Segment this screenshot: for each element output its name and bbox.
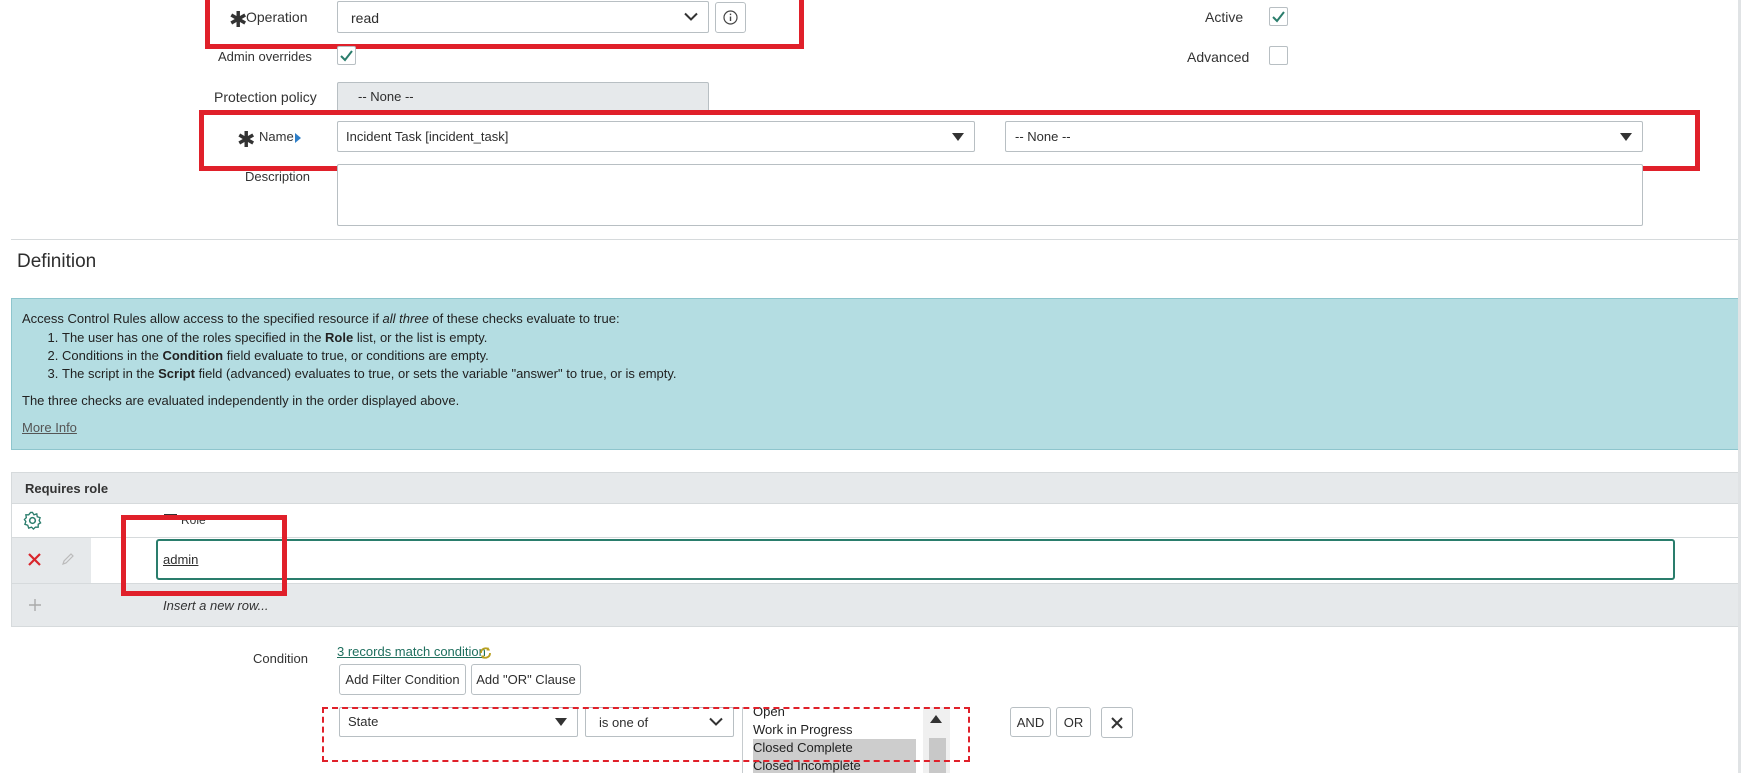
condition-field-select[interactable]: State	[339, 707, 578, 737]
records-match-link[interactable]: 3 records match condition	[337, 644, 486, 659]
admin-overrides-label: Admin overrides	[218, 49, 312, 64]
info-item: The user has one of the roles specified …	[62, 330, 1730, 345]
description-label: Description	[245, 169, 311, 184]
name-table-value: Incident Task [incident_task]	[346, 129, 509, 144]
operation-select[interactable]: read	[337, 1, 709, 33]
more-info-link[interactable]: More Info	[22, 420, 77, 435]
check-icon	[1272, 11, 1285, 23]
name-field-select[interactable]: -- None --	[1005, 121, 1643, 152]
condition-operator-value: is one of	[599, 715, 649, 730]
list-item[interactable]: Open	[753, 707, 916, 721]
listbox-scrollbar[interactable]	[923, 707, 950, 773]
caret-down-icon	[1620, 132, 1632, 141]
protection-policy-field: -- None --	[337, 82, 709, 112]
protection-policy-label: Protection policy	[214, 89, 317, 105]
insert-row: Insert a new row...	[11, 583, 1741, 627]
list-item[interactable]: Work in Progress	[753, 721, 916, 739]
admin-overrides-checkbox[interactable]	[337, 46, 356, 65]
role-column-header: Role	[11, 504, 1741, 537]
caret-down-icon	[555, 718, 567, 726]
scroll-up-icon[interactable]	[930, 715, 942, 723]
requires-role-header: Requires role	[11, 472, 1741, 504]
condition-field-value: State	[348, 714, 379, 729]
advanced-label: Advanced	[1187, 49, 1250, 65]
edit-icon[interactable]	[61, 553, 74, 566]
requires-role-title: Requires role	[25, 481, 109, 496]
and-button[interactable]: AND	[1010, 707, 1051, 737]
row-actions	[12, 538, 91, 583]
chevron-down-icon	[709, 717, 723, 726]
caret-down-icon	[952, 132, 964, 141]
role-column-label: Role	[181, 513, 206, 527]
operation-value: read	[351, 10, 380, 26]
insert-row-actions	[12, 584, 91, 626]
name-field-value: -- None --	[1015, 129, 1071, 144]
or-button[interactable]: OR	[1056, 707, 1091, 737]
info-button[interactable]	[715, 2, 746, 33]
definition-heading: Definition	[17, 251, 97, 272]
name-table-select[interactable]: Incident Task [incident_task]	[337, 121, 975, 152]
info-icon	[723, 10, 738, 25]
protection-policy-value: -- None --	[358, 89, 414, 104]
active-label: Active	[1205, 9, 1244, 25]
add-or-clause-button[interactable]: Add "OR" Clause	[471, 664, 581, 695]
info-list: The user has one of the roles specified …	[22, 330, 1730, 381]
list-item[interactable]: Closed Complete	[753, 739, 916, 757]
role-value: admin	[163, 552, 199, 567]
required-star-icon: ✱	[229, 7, 248, 32]
condition-operator-select[interactable]: is one of	[585, 707, 734, 737]
section-divider	[11, 239, 1741, 240]
remove-condition-button[interactable]	[1101, 707, 1133, 738]
info-item: Conditions in the Condition field evalua…	[62, 348, 1730, 363]
active-checkbox[interactable]	[1269, 7, 1288, 26]
table-row: admin	[11, 537, 1741, 583]
add-filter-condition-button[interactable]: Add Filter Condition	[339, 664, 466, 695]
role-input[interactable]: admin	[156, 539, 1675, 580]
check-icon	[340, 50, 353, 62]
advanced-checkbox[interactable]	[1269, 46, 1288, 65]
definition-info-box: Access Control Rules allow access to the…	[11, 298, 1741, 450]
operation-label: Operation	[246, 9, 308, 25]
chevron-down-icon	[684, 12, 698, 21]
required-star-icon: ✱	[237, 127, 256, 152]
reference-arrow-icon[interactable]	[294, 133, 302, 143]
column-menu-icon[interactable]	[164, 514, 177, 516]
info-intro: Access Control Rules allow access to the…	[22, 311, 620, 326]
delete-icon[interactable]	[28, 553, 41, 566]
scroll-thumb[interactable]	[929, 738, 946, 773]
add-row-icon[interactable]	[29, 599, 41, 611]
insert-new-row-link[interactable]: Insert a new row...	[163, 598, 269, 613]
close-icon	[1111, 716, 1123, 729]
info-item: The script in the Script field (advanced…	[62, 366, 1730, 381]
gear-icon[interactable]	[23, 511, 42, 530]
info-footer: The three checks are evaluated independe…	[22, 393, 460, 408]
list-item[interactable]: Closed Incomplete	[753, 757, 916, 773]
refresh-icon[interactable]	[479, 646, 492, 660]
condition-label: Condition	[253, 651, 308, 666]
name-label: Name	[259, 129, 294, 144]
condition-values-listbox[interactable]: Open Work in Progress Closed Complete Cl…	[742, 707, 951, 773]
description-textarea[interactable]	[337, 164, 1643, 226]
